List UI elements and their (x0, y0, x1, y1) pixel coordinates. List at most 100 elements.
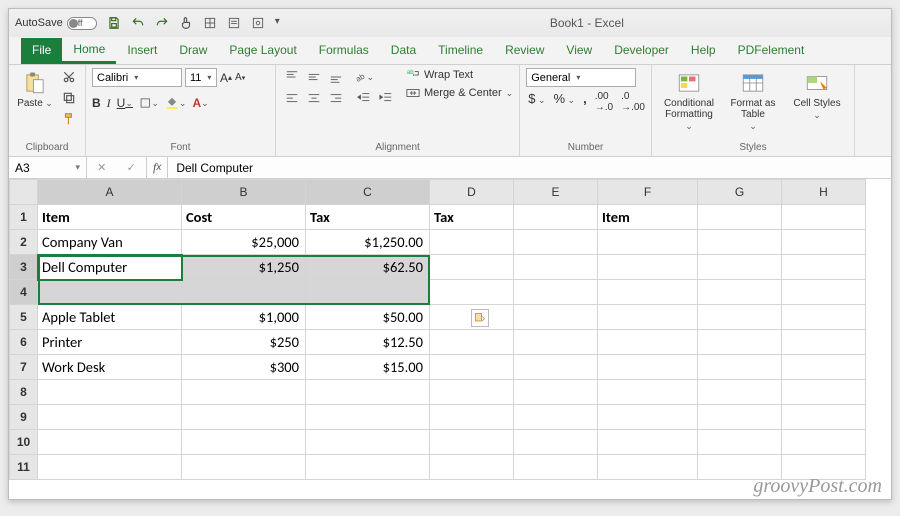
bold-button[interactable]: B (92, 94, 101, 112)
row-header-7[interactable]: 7 (10, 355, 38, 380)
cell-F6[interactable] (598, 330, 698, 355)
copy-icon[interactable] (59, 89, 79, 107)
cell-A9[interactable] (38, 405, 182, 430)
cell-G2[interactable] (698, 230, 782, 255)
name-box[interactable]: A3 (9, 157, 87, 178)
italic-button[interactable]: I (107, 94, 111, 112)
cell-F3[interactable] (598, 255, 698, 280)
tab-developer[interactable]: Developer (603, 38, 680, 64)
cancel-icon[interactable]: ✕ (97, 161, 106, 174)
align-top-icon[interactable] (282, 68, 302, 86)
touch-mode-icon[interactable] (179, 16, 193, 30)
cell-F7[interactable] (598, 355, 698, 380)
cell-E1[interactable] (514, 205, 598, 230)
column-header-E[interactable]: E (514, 180, 598, 205)
cell-A1[interactable]: Item (38, 205, 182, 230)
tab-draw[interactable]: Draw (168, 38, 218, 64)
format-painter-icon[interactable] (59, 110, 79, 128)
cell-E3[interactable] (514, 255, 598, 280)
align-center-icon[interactable] (304, 90, 324, 108)
cell-H1[interactable] (782, 205, 866, 230)
redo-icon[interactable] (155, 16, 169, 30)
cell-G8[interactable] (698, 380, 782, 405)
cell-F2[interactable] (598, 230, 698, 255)
cell-F5[interactable] (598, 305, 698, 330)
cell-E4[interactable] (514, 280, 598, 305)
cell-D4[interactable] (430, 280, 514, 305)
cell-D3[interactable] (430, 255, 514, 280)
cell-B6[interactable]: $250 (182, 330, 306, 355)
paste-button[interactable]: Paste (15, 68, 55, 109)
column-header-C[interactable]: C (306, 180, 430, 205)
cell-A11[interactable] (38, 455, 182, 480)
cell-F4[interactable] (598, 280, 698, 305)
cell-F9[interactable] (598, 405, 698, 430)
cell-H8[interactable] (782, 380, 866, 405)
cell-D6[interactable] (430, 330, 514, 355)
cell-B1[interactable]: Cost (182, 205, 306, 230)
tab-pdfelement[interactable]: PDFelement (727, 38, 816, 64)
accounting-format-button[interactable]: $ (528, 91, 545, 113)
column-header-D[interactable]: D (430, 180, 514, 205)
number-format-select[interactable]: General (526, 68, 636, 87)
column-header-A[interactable]: A (38, 180, 182, 205)
cell-G4[interactable] (698, 280, 782, 305)
cell-G9[interactable] (698, 405, 782, 430)
percent-format-button[interactable]: % (553, 91, 575, 113)
increase-decimal-button[interactable]: .00→.0 (595, 91, 613, 113)
tab-help[interactable]: Help (680, 38, 727, 64)
cell-C1[interactable]: Tax (306, 205, 430, 230)
tab-timeline[interactable]: Timeline (427, 38, 494, 64)
cell-G6[interactable] (698, 330, 782, 355)
column-header-H[interactable]: H (782, 180, 866, 205)
cell-H10[interactable] (782, 430, 866, 455)
cell-F11[interactable] (598, 455, 698, 480)
font-size-select[interactable]: 11 (185, 68, 217, 87)
autosave-toggle[interactable]: AutoSave Off (15, 17, 97, 30)
cell-B5[interactable]: $1,000 (182, 305, 306, 330)
row-header-11[interactable]: 11 (10, 455, 38, 480)
enter-icon[interactable]: ✓ (127, 161, 136, 174)
row-header-3[interactable]: 3 (10, 255, 38, 280)
cell-B9[interactable] (182, 405, 306, 430)
cell-C9[interactable] (306, 405, 430, 430)
decrease-indent-icon[interactable] (354, 89, 374, 107)
column-header-G[interactable]: G (698, 180, 782, 205)
cell-B7[interactable]: $300 (182, 355, 306, 380)
cell-E2[interactable] (514, 230, 598, 255)
borders-icon[interactable] (203, 16, 217, 30)
tab-data[interactable]: Data (380, 38, 427, 64)
tab-review[interactable]: Review (494, 38, 555, 64)
cell-D7[interactable] (430, 355, 514, 380)
fill-color-button[interactable] (165, 94, 187, 112)
cell-G10[interactable] (698, 430, 782, 455)
insert-options-icon[interactable] (471, 309, 489, 327)
cell-A4[interactable] (38, 280, 182, 305)
tab-view[interactable]: View (555, 38, 603, 64)
underline-button[interactable]: U (117, 94, 133, 112)
cell-D10[interactable] (430, 430, 514, 455)
row-header-2[interactable]: 2 (10, 230, 38, 255)
row-header-4[interactable]: 4 (10, 280, 38, 305)
cell-H4[interactable] (782, 280, 866, 305)
cell-G3[interactable] (698, 255, 782, 280)
cell-H5[interactable] (782, 305, 866, 330)
macro-icon[interactable] (251, 16, 265, 30)
row-header-8[interactable]: 8 (10, 380, 38, 405)
increase-font-icon[interactable]: A▴ (220, 71, 232, 85)
cell-A7[interactable]: Work Desk (38, 355, 182, 380)
align-bottom-icon[interactable] (326, 68, 346, 86)
cell-A3[interactable]: Dell Computer (38, 255, 182, 280)
orientation-icon[interactable]: ab (354, 68, 374, 86)
tab-page-layout[interactable]: Page Layout (218, 38, 307, 64)
cell-E11[interactable] (514, 455, 598, 480)
cell-D9[interactable] (430, 405, 514, 430)
font-color-button[interactable]: A (192, 94, 208, 112)
form-icon[interactable] (227, 16, 241, 30)
cell-B2[interactable]: $25,000 (182, 230, 306, 255)
cell-C3[interactable]: $62.50 (306, 255, 430, 280)
cell-C8[interactable] (306, 380, 430, 405)
cell-B10[interactable] (182, 430, 306, 455)
cell-A2[interactable]: Company Van (38, 230, 182, 255)
cell-B11[interactable] (182, 455, 306, 480)
